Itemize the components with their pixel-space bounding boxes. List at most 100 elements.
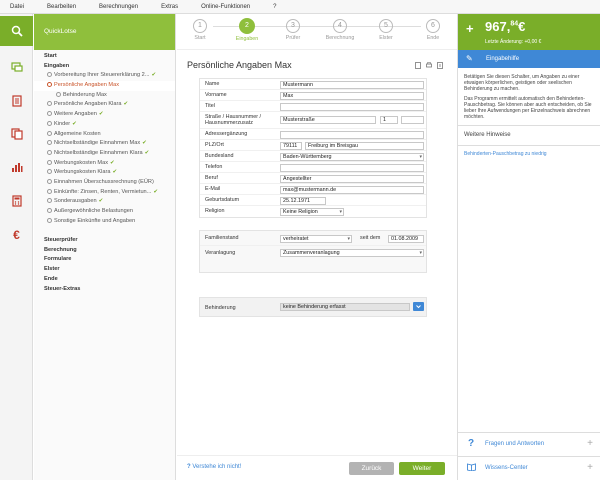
- row-beruf: Beruf Angestellter: [200, 173, 426, 184]
- sidebar-item-label: Kinder: [54, 120, 71, 127]
- step-2[interactable]: 2 Eingaben: [232, 18, 262, 42]
- help-link[interactable]: ? Verstehe ich nicht!: [187, 464, 241, 470]
- hausnummer-zusatz-field[interactable]: [401, 116, 424, 124]
- menu-online-funktionen[interactable]: Online-Funktionen: [201, 4, 250, 10]
- step-number: 2: [239, 18, 255, 34]
- sidebar-item-label: Sonstige Einkünfte und Angaben: [54, 217, 136, 224]
- plz-field[interactable]: 79111: [280, 141, 302, 150]
- weitere-hinweise-heading: Weitere Hinweise: [458, 125, 600, 145]
- menu-help[interactable]: ?: [273, 4, 276, 10]
- name-field[interactable]: Mustermann: [280, 80, 424, 89]
- sidebar-item[interactable]: Formulare: [34, 255, 175, 265]
- step-4[interactable]: 4 Berechnung: [325, 19, 355, 41]
- step-1[interactable]: 1 Start: [185, 19, 215, 41]
- step-5[interactable]: 5 Elster: [371, 19, 401, 41]
- sidebar-item[interactable]: Allgemeine Kosten: [34, 130, 175, 140]
- row-religion: Religion Keine Religion: [200, 206, 426, 217]
- sidebar-item-label: Weitere Angaben: [54, 111, 97, 118]
- sidebar-item[interactable]: Behinderung Max: [34, 91, 175, 101]
- step-number: 1: [193, 19, 207, 33]
- religion-select[interactable]: Keine Religion: [280, 207, 344, 216]
- strasse-field[interactable]: Musterstraße: [280, 116, 376, 124]
- sidebar-item[interactable]: Berechnung: [34, 246, 175, 256]
- geburtsdatum-field[interactable]: 25.12.1971: [280, 196, 326, 205]
- step-label: Berechnung: [325, 35, 355, 41]
- hausnummer-field[interactable]: 1: [380, 116, 398, 124]
- note-icon[interactable]: [415, 62, 421, 71]
- step-6[interactable]: 6 Ende: [418, 19, 448, 41]
- seit-date-field[interactable]: 01.08.2009: [388, 235, 424, 243]
- row-titel: Titel: [200, 101, 426, 112]
- menu-berechnungen[interactable]: Berechnungen: [99, 4, 138, 10]
- wissens-center-item[interactable]: Wissens-Center +: [458, 456, 600, 480]
- sidebar-item[interactable]: Vorbereitung Ihrer Steuererklärung 2... ✔: [34, 71, 175, 81]
- hint-link[interactable]: Behinderten-Pauschbetrag zu niedrig: [458, 145, 600, 162]
- info-icon[interactable]: [437, 62, 443, 71]
- check-icon: ✔: [98, 111, 104, 118]
- print-icon[interactable]: [426, 62, 432, 71]
- back-button[interactable]: Zurück: [349, 462, 394, 475]
- step-label: Prüfer: [285, 35, 301, 41]
- sidebar-item[interactable]: Werbungskosten Max ✔: [34, 159, 175, 169]
- sidebar-item[interactable]: Nichtselbständige Einnahmen Klara ✔: [34, 149, 175, 159]
- familienstand-select[interactable]: verheiratet: [280, 235, 352, 243]
- status-circle-icon: [47, 72, 52, 78]
- adresse-field[interactable]: [280, 130, 424, 139]
- sidebar-item[interactable]: Steuerprüfer: [34, 236, 175, 246]
- question-icon: ?: [187, 464, 191, 470]
- step-number: 4: [333, 19, 347, 33]
- sidebar-item[interactable]: Eingaben: [34, 62, 175, 72]
- bar-chart-icon[interactable]: [0, 152, 33, 182]
- question-icon: ?: [468, 438, 475, 449]
- sidebar-item[interactable]: Sonstige Einkünfte und Angaben: [34, 217, 175, 227]
- calculator-icon[interactable]: [0, 186, 33, 216]
- search-icon[interactable]: [0, 16, 33, 46]
- chat-icon[interactable]: [0, 52, 33, 82]
- faq-item[interactable]: ? Fragen und Antworten +: [458, 432, 600, 456]
- sidebar-item[interactable]: Werbungskosten Klara ✔: [34, 168, 175, 178]
- status-circle-icon: [47, 208, 52, 214]
- right-panel: + 967,84€ Letzte Änderung: +0,00 € ✎ Ein…: [457, 14, 600, 480]
- sidebar-item[interactable]: Persönliche Angaben Max: [34, 81, 175, 91]
- sidebar-item[interactable]: Steuer-Extras: [34, 285, 175, 295]
- telefon-field[interactable]: [280, 163, 424, 172]
- beruf-field[interactable]: Angestellter: [280, 174, 424, 183]
- sidebar-item[interactable]: Nichtselbständige Einnahmen Max ✔: [34, 139, 175, 149]
- vorname-label: Vorname: [205, 92, 227, 98]
- menu-datei[interactable]: Datei: [10, 4, 24, 10]
- menu-bearbeiten[interactable]: Bearbeiten: [47, 4, 76, 10]
- menu-extras[interactable]: Extras: [161, 4, 178, 10]
- row-email: E-Mail max@mustermann.de: [200, 184, 426, 195]
- sidebar-item[interactable]: Persönliche Angaben Klara ✔: [34, 100, 175, 110]
- euro-icon[interactable]: €: [0, 220, 33, 250]
- copy-icon[interactable]: [0, 119, 33, 149]
- behinderung-edit-button[interactable]: [413, 302, 424, 311]
- sidebar-item[interactable]: Außergewöhnliche Belastungen: [34, 207, 175, 217]
- eingabehilfe-tab[interactable]: ✎ Eingabehilfe: [458, 50, 600, 68]
- sidebar-item[interactable]: Kinder ✔: [34, 120, 175, 130]
- sidebar-item[interactable]: Start: [34, 52, 175, 62]
- ort-field[interactable]: Freiburg im Breisgau: [305, 141, 424, 150]
- vorname-field[interactable]: Max: [280, 91, 424, 100]
- sidebar-title: QuickLotse: [34, 14, 175, 50]
- sidebar-item[interactable]: Weitere Angaben ✔: [34, 110, 175, 120]
- sidebar-item-label: Nichtselbständige Einnahmen Max: [54, 140, 141, 147]
- footer-bar: ? Verstehe ich nicht! Zurück Weiter: [177, 455, 457, 480]
- email-field[interactable]: max@mustermann.de: [280, 185, 424, 194]
- sidebar-item[interactable]: Einnahmen Überschussrechnung (EÜR): [34, 178, 175, 188]
- sidebar-item[interactable]: Elster: [34, 265, 175, 275]
- sidebar-item-label: Ende: [44, 275, 58, 282]
- sidebar-item[interactable]: Einkünfte: Zinsen, Renten, Vermietun... ✔: [34, 188, 175, 198]
- veranlagung-select[interactable]: Zusammenveranlagung: [280, 249, 424, 257]
- next-button[interactable]: Weiter: [399, 462, 445, 475]
- row-telefon: Telefon: [200, 162, 426, 173]
- step-number: 3: [286, 19, 300, 33]
- step-3[interactable]: 3 Prüfer: [278, 19, 308, 41]
- sidebar-item[interactable]: Ende: [34, 275, 175, 285]
- step-label: Eingaben: [235, 36, 259, 42]
- bundesland-select[interactable]: Baden-Württemberg: [280, 152, 424, 161]
- titel-field[interactable]: [280, 102, 424, 111]
- telefon-label: Telefon: [205, 164, 223, 170]
- document-icon[interactable]: [0, 86, 33, 116]
- sidebar-item[interactable]: Sonderausgaben ✔: [34, 197, 175, 207]
